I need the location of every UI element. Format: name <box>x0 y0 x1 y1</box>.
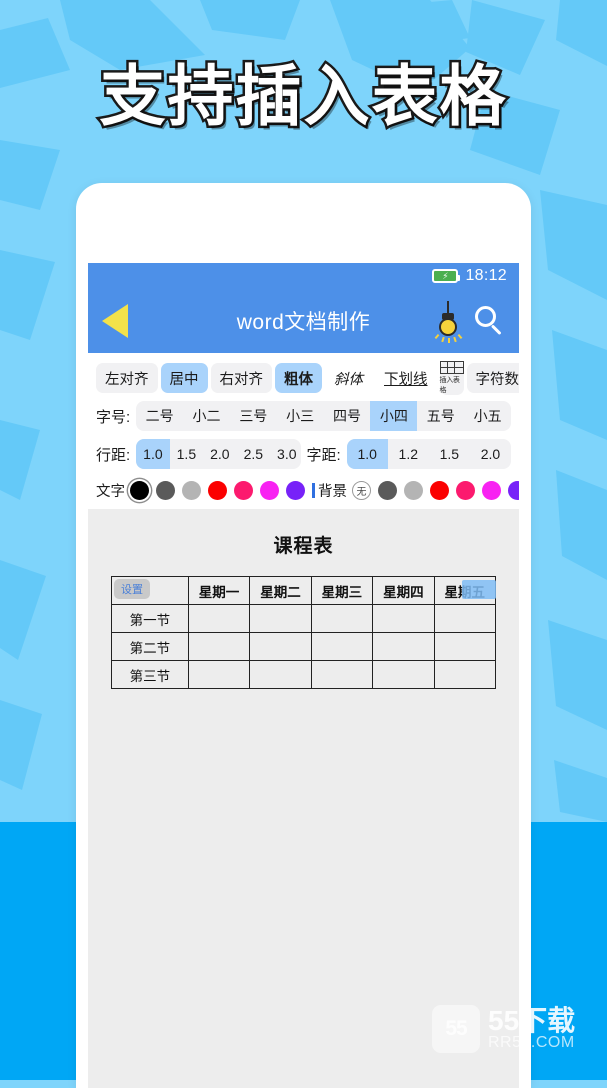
text-color-swatch[interactable] <box>208 480 227 500</box>
bg-color-swatch[interactable] <box>404 480 423 500</box>
bg-color-label: 背景 <box>318 483 347 500</box>
schedule-table[interactable]: 设置 星期一 星期二 星期三 星期四 星期五 第一节 <box>111 576 497 689</box>
nav-actions <box>434 301 505 343</box>
table-header-cell[interactable]: 星期二 <box>249 576 312 605</box>
font-size-option[interactable]: 小三 <box>277 401 324 431</box>
bg-color-swatch[interactable] <box>508 480 519 500</box>
row-label-cell[interactable]: 第二节 <box>111 632 189 661</box>
table-header-cell[interactable]: 星期一 <box>187 576 251 605</box>
text-color-swatch[interactable] <box>234 480 253 500</box>
table-row: 第三节 <box>111 660 497 689</box>
table-cell[interactable] <box>433 632 497 661</box>
line-spacing-segmented-control: 1.0 1.5 2.0 2.5 3.0 <box>136 439 301 469</box>
font-size-option-selected[interactable]: 小四 <box>370 401 418 431</box>
document-canvas[interactable]: 课程表 设置 星期一 星期二 星期三 星期四 星期五 第一节 <box>88 509 519 1088</box>
table-cell[interactable] <box>310 604 374 633</box>
phone-screen: ⚡ 18:12 word文档制作 左对齐 居中 右对齐 粗体 斜体 下划线 插入… <box>88 263 519 1088</box>
italic-button[interactable]: 斜体 <box>325 363 372 393</box>
font-size-option[interactable]: 三号 <box>230 401 277 431</box>
bg-color-none-option[interactable]: 无 <box>352 480 371 500</box>
line-spacing-option[interactable]: 3.0 <box>270 439 300 469</box>
text-color-swatch[interactable] <box>182 480 201 500</box>
table-cell[interactable] <box>372 604 435 633</box>
text-color-label: 文字 <box>96 483 125 500</box>
formatting-toolbar: 左对齐 居中 右对齐 粗体 斜体 下划线 插入表格 字符数 字号: 二号 小二 … <box>88 353 519 509</box>
table-corner-cell[interactable]: 设置 <box>111 576 189 605</box>
table-header-cell[interactable]: 星期三 <box>310 576 374 605</box>
text-color-swatch[interactable] <box>156 480 175 500</box>
bg-color-swatch[interactable] <box>378 480 397 500</box>
font-size-option[interactable]: 小二 <box>183 401 230 431</box>
nav-bar: word文档制作 <box>88 289 519 353</box>
table-cell[interactable] <box>372 660 435 689</box>
line-spacing-option-selected[interactable]: 1.0 <box>136 439 170 469</box>
table-cell[interactable] <box>249 604 312 633</box>
row-label-cell[interactable]: 第一节 <box>111 604 189 633</box>
color-row: 文字 背景 无 <box>96 473 519 509</box>
table-cell[interactable] <box>372 632 435 661</box>
table-header-cell-last[interactable]: 星期五 <box>433 576 497 605</box>
table-cell[interactable] <box>310 632 374 661</box>
font-size-option[interactable]: 二号 <box>136 401 183 431</box>
char-spacing-segmented-control: 1.0 1.2 1.5 2.0 <box>346 439 511 469</box>
lightbulb-icon[interactable] <box>434 301 463 343</box>
font-size-option[interactable]: 四号 <box>324 401 371 431</box>
char-spacing-option[interactable]: 2.0 <box>470 439 511 469</box>
insert-table-button[interactable]: 插入表格 <box>439 361 464 395</box>
line-spacing-option[interactable]: 2.5 <box>237 439 270 469</box>
align-right-button[interactable]: 右对齐 <box>210 363 272 393</box>
table-row: 第二节 <box>111 632 497 661</box>
status-clock: 18:12 <box>465 267 507 284</box>
align-left-button[interactable]: 左对齐 <box>96 363 158 393</box>
table-cell[interactable] <box>187 632 251 661</box>
style-toolbar-row: 左对齐 居中 右对齐 粗体 斜体 下划线 插入表格 字符数 <box>96 359 519 397</box>
char-spacing-label: 字距: <box>306 446 341 464</box>
table-header-cell[interactable]: 星期四 <box>372 576 435 605</box>
app-bar: ⚡ 18:12 word文档制作 <box>88 263 519 353</box>
search-icon[interactable] <box>475 306 505 336</box>
align-center-button[interactable]: 居中 <box>160 363 208 393</box>
line-spacing-option[interactable]: 2.0 <box>203 439 236 469</box>
bg-color-swatch[interactable] <box>482 480 501 500</box>
font-size-row: 字号: 二号 小二 三号 小三 四号 小四 五号 小五 <box>96 397 511 435</box>
battery-charging-icon: ⚡ <box>432 269 461 283</box>
insert-table-label: 插入表格 <box>439 377 460 394</box>
table-grid-icon <box>439 361 464 374</box>
underline-button[interactable]: 下划线 <box>375 363 437 393</box>
table-cell[interactable] <box>310 660 374 689</box>
table-cell[interactable] <box>249 632 312 661</box>
text-color-swatch[interactable] <box>130 480 149 500</box>
table-cell[interactable] <box>433 604 497 633</box>
text-color-swatch[interactable] <box>260 480 279 500</box>
char-count-button[interactable]: 字符数 <box>466 363 519 393</box>
spacing-row: 行距: 1.0 1.5 2.0 2.5 3.0 字距: 1.0 1.2 1.5 … <box>96 435 511 473</box>
char-spacing-option[interactable]: 1.2 <box>388 439 429 469</box>
char-spacing-option[interactable]: 1.5 <box>429 439 470 469</box>
table-row: 第一节 <box>111 604 497 633</box>
bold-button[interactable]: 粗体 <box>275 363 322 393</box>
table-cell[interactable] <box>187 604 251 633</box>
table-cell[interactable] <box>433 660 497 689</box>
line-spacing-label: 行距: <box>96 446 131 464</box>
font-size-label: 字号: <box>96 408 131 426</box>
scroll-caret-icon <box>312 482 315 498</box>
table-settings-button[interactable]: 设置 <box>114 579 150 599</box>
table-cell[interactable] <box>249 660 312 689</box>
document-title: 课程表 <box>273 536 334 557</box>
text-color-swatch[interactable] <box>286 480 305 500</box>
phone-frame: ⚡ 18:12 word文档制作 左对齐 居中 右对齐 粗体 斜体 下划线 插入… <box>76 183 531 1088</box>
line-spacing-option[interactable]: 1.5 <box>170 439 203 469</box>
char-spacing-option-selected[interactable]: 1.0 <box>346 439 388 469</box>
font-size-segmented-control: 二号 小二 三号 小三 四号 小四 五号 小五 <box>136 401 511 431</box>
bg-color-swatch[interactable] <box>430 480 449 500</box>
font-size-option[interactable]: 五号 <box>417 401 464 431</box>
row-label-cell[interactable]: 第三节 <box>111 660 189 689</box>
bg-color-swatch[interactable] <box>456 480 475 500</box>
status-bar: ⚡ 18:12 <box>88 263 519 289</box>
font-size-option[interactable]: 小五 <box>464 401 511 431</box>
page-headline: 支持插入表格 <box>97 56 508 138</box>
selection-highlight-overlay <box>462 580 496 599</box>
table-cell[interactable] <box>187 660 251 689</box>
table-header-row: 设置 星期一 星期二 星期三 星期四 星期五 <box>111 576 497 605</box>
